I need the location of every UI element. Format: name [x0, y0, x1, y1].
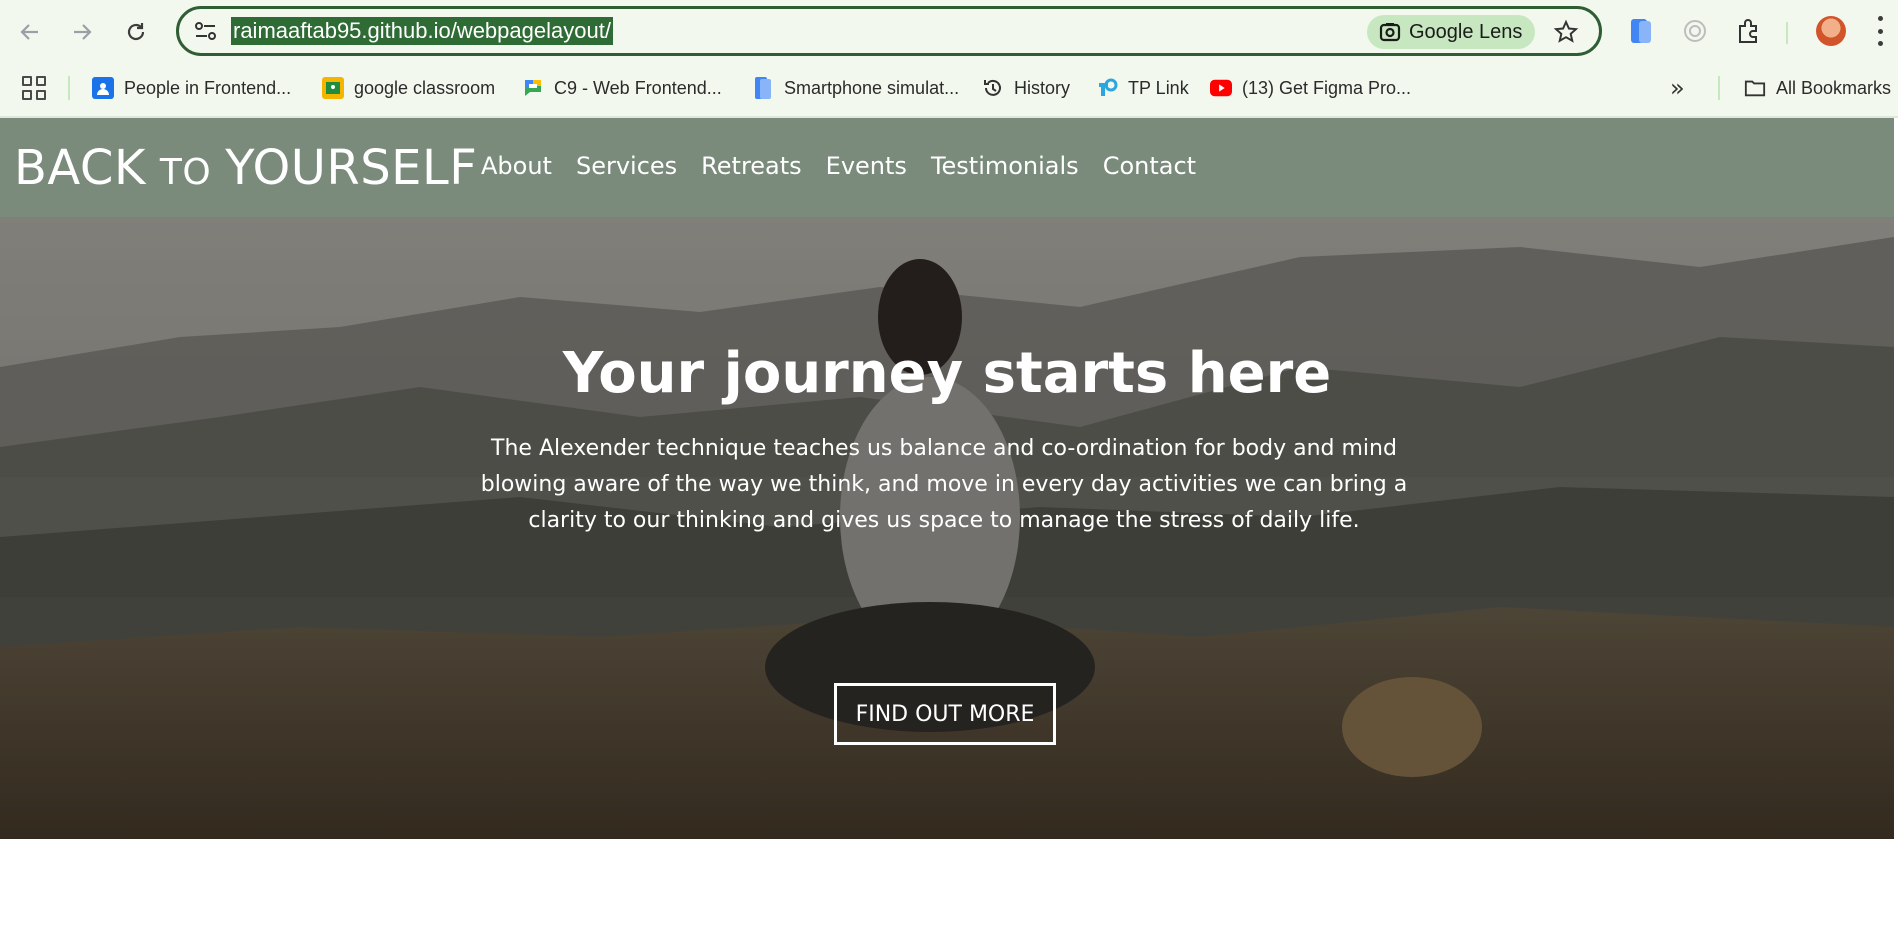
toolbar-divider: [1786, 22, 1788, 44]
reload-icon: [127, 23, 145, 41]
logo-word-back: BACK: [14, 140, 146, 196]
hero-title: Your journey starts here: [562, 341, 1332, 406]
bookmark-item[interactable]: C9 - Web Frontend...: [522, 72, 722, 104]
puzzle-icon: [1739, 19, 1757, 43]
bookmark-item[interactable]: google classroom: [322, 72, 495, 104]
phone-icon: [1631, 19, 1651, 43]
lens-icon: [1379, 23, 1401, 42]
bookmark-label: People in Frontend...: [124, 77, 292, 98]
nav-link-testimonials[interactable]: Testimonials: [931, 152, 1079, 180]
camera-extension-icon: [1684, 20, 1706, 42]
all-bookmarks-label: All Bookmarks: [1776, 77, 1892, 98]
nav-link-contact[interactable]: Contact: [1103, 152, 1196, 180]
extensions-menu-button[interactable]: [1732, 14, 1766, 48]
folder-icon: [1744, 77, 1766, 99]
phone-icon: [752, 77, 774, 99]
bookmark-label: C9 - Web Frontend...: [554, 77, 722, 98]
site-logo[interactable]: BACK TO YOURSELF: [14, 140, 477, 196]
star-icon: [1553, 19, 1579, 43]
classroom-icon: [322, 77, 344, 99]
chat-icon: [522, 77, 544, 99]
url-text[interactable]: raimaaftab95.github.io/webpagelayout/: [231, 17, 613, 45]
address-bar[interactable]: raimaaftab95.github.io/webpagelayout/ Go…: [176, 6, 1602, 56]
hero-section: Your journey starts here The Alexender t…: [0, 217, 1894, 839]
bookmark-divider: [1718, 76, 1720, 100]
nav-link-services[interactable]: Services: [576, 152, 677, 180]
bookmark-item[interactable]: History: [982, 72, 1070, 104]
arrow-right-icon: [74, 24, 92, 40]
browser-menu-button[interactable]: [1874, 16, 1886, 46]
bookmark-label: (13) Get Figma Pro...: [1242, 77, 1412, 98]
youtube-icon: [1210, 77, 1232, 99]
bookmark-star-button[interactable]: [1551, 17, 1581, 47]
bookmark-item[interactable]: People in Frontend...: [92, 72, 291, 104]
more-bookmarks-icon[interactable]: »: [1670, 74, 1685, 102]
extension-button[interactable]: [1678, 14, 1712, 48]
hero-description: The Alexender technique teaches us balan…: [480, 436, 1408, 533]
bookmark-item[interactable]: (13) Get Figma Pro...: [1210, 72, 1411, 104]
nav-link-retreats[interactable]: Retreats: [701, 152, 802, 180]
bookmark-label: google classroom: [354, 77, 496, 98]
arrow-left-icon: [20, 24, 38, 40]
all-bookmarks-button[interactable]: All Bookmarks: [1744, 72, 1891, 104]
find-out-more-button[interactable]: FIND OUT MORE: [834, 683, 1056, 745]
profile-avatar[interactable]: [1816, 16, 1846, 46]
bookmark-label: Smartphone simulat...: [784, 77, 960, 98]
logo-word-to: TO: [159, 152, 212, 193]
browser-toolbar: raimaaftab95.github.io/webpagelayout/ Go…: [0, 0, 1898, 64]
tplink-icon: [1096, 77, 1118, 99]
nav-link-about[interactable]: About: [481, 152, 552, 180]
bookmark-label: History: [1014, 77, 1071, 98]
bookmarks-bar: People in Frontend... google classroom C…: [0, 68, 1898, 108]
google-lens-button[interactable]: Google Lens: [1367, 15, 1535, 49]
forward-button[interactable]: [64, 14, 100, 50]
reload-button[interactable]: [118, 14, 154, 50]
phone-extension-button[interactable]: [1624, 14, 1658, 48]
google-lens-label: Google Lens: [1409, 20, 1523, 43]
site-header: BACK TO YOURSELF About Services Retreats E…: [0, 118, 1894, 217]
bookmark-item[interactable]: TP Link: [1096, 72, 1189, 104]
nav-link-events[interactable]: Events: [826, 152, 907, 180]
history-icon: [982, 77, 1004, 99]
web-page: BACK TO YOURSELF About Services Retreats E…: [0, 118, 1898, 934]
back-button[interactable]: [12, 14, 48, 50]
contacts-icon: [92, 77, 114, 99]
main-nav: About Services Retreats Events Testimoni…: [481, 152, 1196, 180]
logo-word-yourself: YOURSELF: [225, 140, 478, 196]
bookmark-label: TP Link: [1128, 77, 1189, 98]
browser-chrome: raimaaftab95.github.io/webpagelayout/ Go…: [0, 0, 1898, 118]
site-info-icon[interactable]: [193, 19, 219, 43]
bookmark-item[interactable]: Smartphone simulat...: [752, 72, 959, 104]
